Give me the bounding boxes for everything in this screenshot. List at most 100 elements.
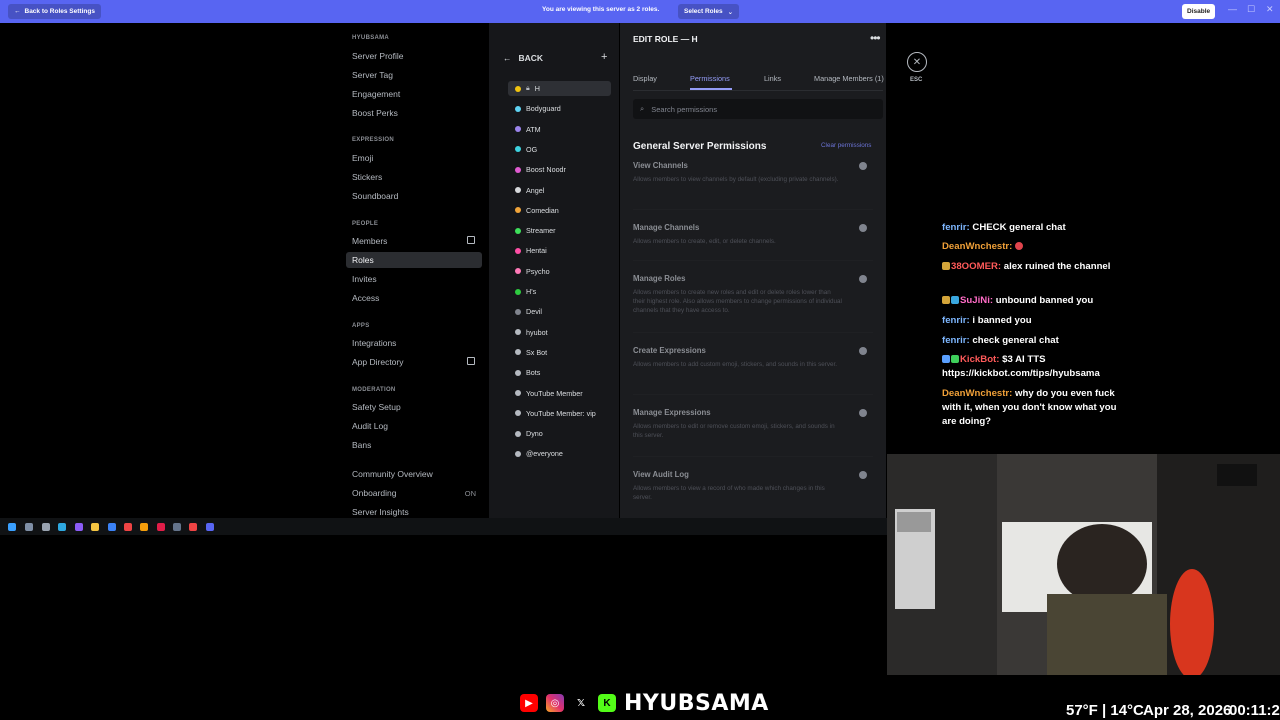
sidebar-item-bans[interactable]: Bans (346, 437, 482, 453)
role-name: OG (526, 144, 538, 154)
bot-badge-icon (951, 355, 959, 363)
edge-icon[interactable] (58, 523, 66, 531)
app-icon[interactable] (108, 523, 116, 531)
role-item[interactable]: Psycho (508, 264, 611, 279)
permissions-search-input[interactable]: ⌕ Search permissions (633, 99, 883, 119)
role-item[interactable]: Streamer (508, 223, 611, 238)
sidebar-item-server-tag[interactable]: Server Tag (346, 67, 482, 83)
select-roles-button[interactable]: Select Roles ⌄ (678, 4, 740, 19)
sidebar-item-boost-perks[interactable]: Boost Perks (346, 105, 482, 121)
permission-row: Create Expressions Allows members to add … (633, 346, 883, 369)
role-item[interactable]: OG (508, 142, 611, 157)
role-item[interactable]: Comedian (508, 203, 611, 218)
permission-toggle[interactable] (859, 347, 867, 355)
sidebar-item-soundboard[interactable]: Soundboard (346, 188, 482, 204)
sidebar-item-roles[interactable]: Roles (346, 252, 482, 268)
chat-username: SuJiNi: (960, 295, 994, 306)
role-item[interactable]: Angel (508, 183, 611, 198)
date-readout: Apr 28, 2026 (1143, 702, 1232, 719)
folder-icon[interactable] (91, 523, 99, 531)
role-item[interactable]: ATM (508, 122, 611, 137)
close-icon: ✕ (912, 56, 922, 68)
role-item[interactable]: Devil (508, 304, 611, 319)
role-item[interactable]: Bodyguard (508, 101, 611, 116)
external-link-icon (467, 357, 475, 365)
tab-manage-members[interactable]: Manage Members (1) (814, 74, 884, 83)
tab-permissions[interactable]: Permissions (690, 74, 730, 83)
role-item[interactable]: YouTube Member (508, 386, 611, 401)
chevron-down-icon: ⌄ (727, 8, 734, 16)
more-options-icon[interactable]: ••• (870, 31, 881, 45)
tab-links[interactable]: Links (764, 74, 781, 83)
role-item[interactable]: Bots (508, 365, 611, 380)
sidebar-item-invites[interactable]: Invites (346, 271, 482, 287)
close-window-icon[interactable]: ✕ (1266, 4, 1274, 15)
role-name: YouTube Member (526, 388, 583, 398)
terminal-icon[interactable] (173, 523, 181, 531)
app-icon[interactable] (189, 523, 197, 531)
chat-username: KickBot: (960, 354, 1000, 365)
discord-icon[interactable] (206, 523, 214, 531)
role-item[interactable]: Boost Noodr (508, 162, 611, 177)
role-name: Sx Bot (526, 347, 548, 357)
clear-permissions-link[interactable]: Clear permissions (821, 142, 871, 149)
minimize-icon[interactable]: — (1228, 4, 1237, 14)
tab-display[interactable]: Display (633, 74, 657, 83)
sidebar-heading-people: PEOPLE (352, 221, 379, 227)
permission-divider (633, 260, 873, 261)
role-color-dot (515, 247, 521, 254)
disable-button[interactable]: Disable (1182, 4, 1216, 19)
role-item[interactable]: Hentai (508, 243, 611, 258)
back-to-roles-settings-button[interactable]: ← Back to Roles Settings (8, 4, 101, 19)
sidebar-item-onboarding[interactable]: Onboarding ON (346, 485, 482, 501)
chrome-icon[interactable] (140, 523, 148, 531)
sidebar-item-engagement[interactable]: Engagement (346, 86, 482, 102)
sidebar-item-app-directory[interactable]: App Directory (346, 354, 482, 370)
role-color-dot (515, 369, 521, 376)
permission-toggle[interactable] (859, 162, 867, 170)
sidebar-item-members[interactable]: Members (346, 233, 482, 249)
sidebar-item-integrations[interactable]: Integrations (346, 335, 482, 351)
app-icon[interactable] (157, 523, 165, 531)
app-icon[interactable] (75, 523, 83, 531)
start-icon[interactable] (8, 523, 16, 531)
sidebar-item-safety-setup[interactable]: Safety Setup (346, 399, 482, 415)
sidebar-item-server-profile[interactable]: Server Profile (346, 48, 482, 64)
permission-toggle[interactable] (859, 275, 867, 283)
empty-left-area (0, 23, 346, 518)
maximize-icon[interactable]: ☐ (1247, 4, 1255, 15)
task-view-icon[interactable] (42, 523, 50, 531)
add-role-icon[interactable]: + (601, 51, 607, 63)
time-readout: 00:11:22 (1229, 702, 1280, 719)
permission-toggle[interactable] (859, 224, 867, 232)
permission-toggle[interactable] (859, 409, 867, 417)
permission-divider (633, 209, 873, 210)
close-settings-button[interactable]: ✕ (907, 52, 927, 72)
search-icon: ⌕ (640, 104, 645, 113)
chat-message: fenrir: CHECK general chat (942, 221, 1122, 235)
role-item[interactable]: @everyone (508, 446, 611, 461)
role-item[interactable]: hyubot (508, 325, 611, 340)
sidebar-item-access[interactable]: Access (346, 290, 482, 306)
chat-username: fenrir: (942, 315, 970, 326)
role-item[interactable]: Sx Bot (508, 345, 611, 360)
external-link-icon (467, 236, 475, 244)
search-icon[interactable] (25, 523, 33, 531)
sidebar-item-emoji[interactable]: Emoji (346, 150, 482, 166)
sidebar-item-audit-log[interactable]: Audit Log (346, 418, 482, 434)
sidebar-item-community-overview[interactable]: Community Overview (346, 466, 482, 482)
roles-back-button[interactable]: ← BACK (503, 53, 543, 63)
role-item[interactable]: Dyno (508, 426, 611, 441)
app-icon[interactable] (124, 523, 132, 531)
role-item[interactable]: H's (508, 284, 611, 299)
instagram-icon: ◎ (546, 694, 564, 712)
role-color-dot (515, 268, 521, 275)
webcam-image (887, 454, 1280, 675)
role-item[interactable]: 🔒︎ H (508, 81, 611, 96)
permission-toggle[interactable] (859, 471, 867, 479)
role-color-dot (515, 410, 521, 417)
role-item[interactable]: YouTube Member: vip (508, 406, 611, 421)
sidebar-item-stickers[interactable]: Stickers (346, 169, 482, 185)
role-color-dot (515, 126, 521, 133)
role-color-dot (515, 349, 521, 356)
